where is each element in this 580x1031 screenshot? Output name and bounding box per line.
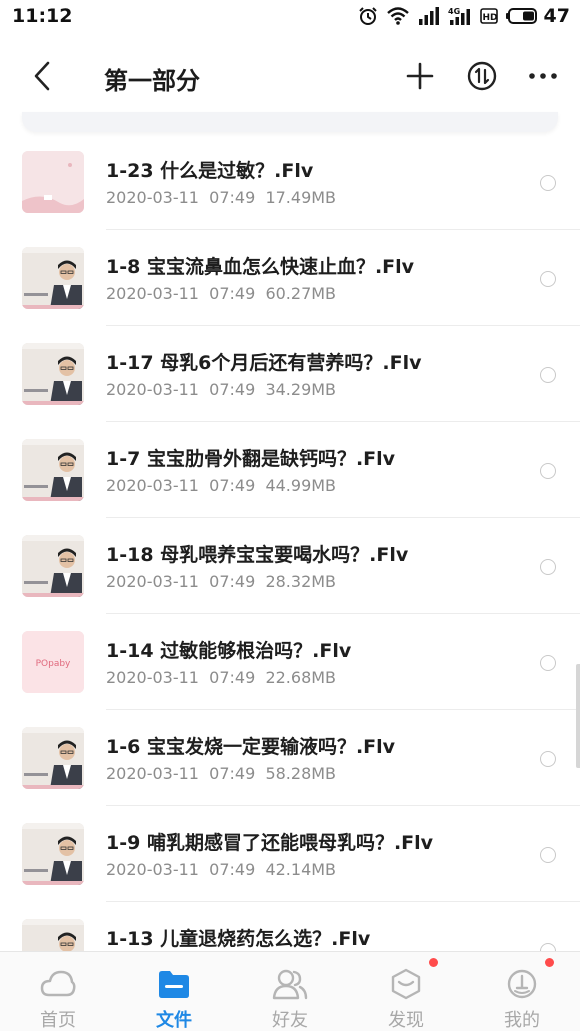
nav-item-friends[interactable]: 好友 <box>232 952 348 1031</box>
notification-dot <box>429 958 438 967</box>
discover-box-icon <box>388 966 424 1002</box>
signal-icon <box>418 7 439 25</box>
nav-item-discover-box[interactable]: 发现 <box>348 952 464 1031</box>
select-radio[interactable] <box>540 751 556 767</box>
notification-dot <box>545 958 554 967</box>
nav-label: 我的 <box>504 1010 540 1031</box>
video-thumbnail <box>22 343 84 405</box>
file-name: 1-14 过敏能够根治吗？.Flv <box>106 640 352 662</box>
file-row[interactable]: 1-7 宝宝肋骨外翻是缺钙吗？.Flv 2020-03-11 07:49 44.… <box>0 422 580 518</box>
file-name: 1-7 宝宝肋骨外翻是缺钙吗？.Flv <box>106 448 396 470</box>
nav-label: 首页 <box>40 1010 76 1031</box>
folder-icon <box>156 966 192 1002</box>
select-radio[interactable] <box>540 175 556 191</box>
plus-icon <box>406 62 434 90</box>
chevron-left-icon <box>34 61 50 91</box>
signal-4g-icon: 4G <box>448 7 470 25</box>
wifi-icon <box>386 7 409 25</box>
app-header: 第一部分 <box>0 34 580 118</box>
video-thumbnail <box>22 247 84 309</box>
file-meta: 2020-03-11 07:49 42.14MB <box>106 860 337 879</box>
file-name: 1-6 宝宝发烧一定要输液吗？.Flv <box>106 736 396 758</box>
select-radio[interactable] <box>540 847 556 863</box>
status-bar: 11:12 4G HD 47 <box>0 0 580 34</box>
video-thumbnail <box>22 919 84 952</box>
svg-text:4G: 4G <box>448 7 460 16</box>
alarm-icon <box>358 7 377 25</box>
nav-item-profile[interactable]: 我的 <box>464 952 580 1031</box>
banner-card-edge <box>22 112 558 132</box>
file-meta: 2020-03-11 07:49 22.68MB <box>106 668 337 687</box>
status-time: 11:12 <box>12 5 73 27</box>
file-name: 1-17 母乳6个月后还有营养吗？.Flv <box>106 352 422 374</box>
select-radio[interactable] <box>540 655 556 671</box>
nav-label: 发现 <box>388 1010 424 1031</box>
video-thumbnail <box>22 727 84 789</box>
video-thumbnail <box>22 535 84 597</box>
file-meta: 2020-03-11 07:49 28.32MB <box>106 572 337 591</box>
more-button[interactable] <box>523 56 563 96</box>
file-name: 1-23 什么是过敏？.Flv <box>106 160 314 182</box>
hd-icon: HD <box>479 8 498 24</box>
file-row[interactable]: 1-23 什么是过敏？.Flv 2020-03-11 07:49 17.49MB <box>0 134 580 230</box>
status-icons: 4G HD 47 <box>358 5 570 27</box>
file-meta: 2020-03-11 07:49 58.28MB <box>106 764 337 783</box>
back-button[interactable] <box>22 54 62 98</box>
video-thumbnail <box>22 823 84 885</box>
file-row[interactable]: 1-9 哺乳期感冒了还能喂母乳吗？.Flv 2020-03-11 07:49 4… <box>0 806 580 902</box>
file-row[interactable]: POpaby 1-14 过敏能够根治吗？.Flv 2020-03-11 07:4… <box>0 614 580 710</box>
select-radio[interactable] <box>540 559 556 575</box>
file-row[interactable]: 1-13 儿童退烧药怎么选？.Flv 2020-03-11 07:49 <box>0 902 580 952</box>
file-meta: 2020-03-11 07:49 44.99MB <box>106 476 337 495</box>
select-radio[interactable] <box>540 271 556 287</box>
select-radio[interactable] <box>540 367 556 383</box>
video-thumbnail <box>22 439 84 501</box>
sort-button[interactable] <box>462 56 502 96</box>
battery-icon <box>505 8 537 24</box>
file-list[interactable]: 1-23 什么是过敏？.Flv 2020-03-11 07:49 17.49MB… <box>0 134 580 952</box>
nav-item-cloud[interactable]: 首页 <box>0 952 116 1031</box>
select-radio[interactable] <box>540 463 556 479</box>
video-thumbnail: POpaby <box>22 631 84 693</box>
nav-item-folder[interactable]: 文件 <box>116 952 232 1031</box>
file-meta: 2020-03-11 07:49 34.29MB <box>106 380 337 399</box>
sort-arrows-icon <box>467 61 497 91</box>
file-meta: 2020-03-11 07:49 60.27MB <box>106 284 337 303</box>
svg-text:HD: HD <box>482 13 497 23</box>
file-row[interactable]: 1-17 母乳6个月后还有营养吗？.Flv 2020-03-11 07:49 3… <box>0 326 580 422</box>
more-dots-icon <box>529 73 557 79</box>
page-title: 第一部分 <box>104 67 200 95</box>
nav-label: 文件 <box>156 1010 192 1031</box>
battery-level: 47 <box>543 5 570 27</box>
add-button[interactable] <box>400 56 440 96</box>
file-row[interactable]: 1-18 母乳喂养宝宝要喝水吗？.Flv 2020-03-11 07:49 28… <box>0 518 580 614</box>
profile-icon <box>504 966 540 1002</box>
file-name: 1-18 母乳喂养宝宝要喝水吗？.Flv <box>106 544 409 566</box>
file-name: 1-13 儿童退烧药怎么选？.Flv <box>106 928 371 950</box>
file-name: 1-9 哺乳期感冒了还能喂母乳吗？.Flv <box>106 832 434 854</box>
svg-text:POpaby: POpaby <box>36 659 71 669</box>
bottom-nav: 首页 文件 好友 发现 我的 <box>0 951 580 1031</box>
file-meta: 2020-03-11 07:49 17.49MB <box>106 188 337 207</box>
file-row[interactable]: 1-8 宝宝流鼻血怎么快速止血？.Flv 2020-03-11 07:49 60… <box>0 230 580 326</box>
file-row[interactable]: 1-6 宝宝发烧一定要输液吗？.Flv 2020-03-11 07:49 58.… <box>0 710 580 806</box>
video-thumbnail <box>22 151 84 213</box>
scrollbar[interactable] <box>576 664 580 768</box>
friends-icon <box>272 966 308 1002</box>
nav-label: 好友 <box>272 1010 308 1031</box>
cloud-icon <box>40 966 76 1002</box>
file-name: 1-8 宝宝流鼻血怎么快速止血？.Flv <box>106 256 415 278</box>
